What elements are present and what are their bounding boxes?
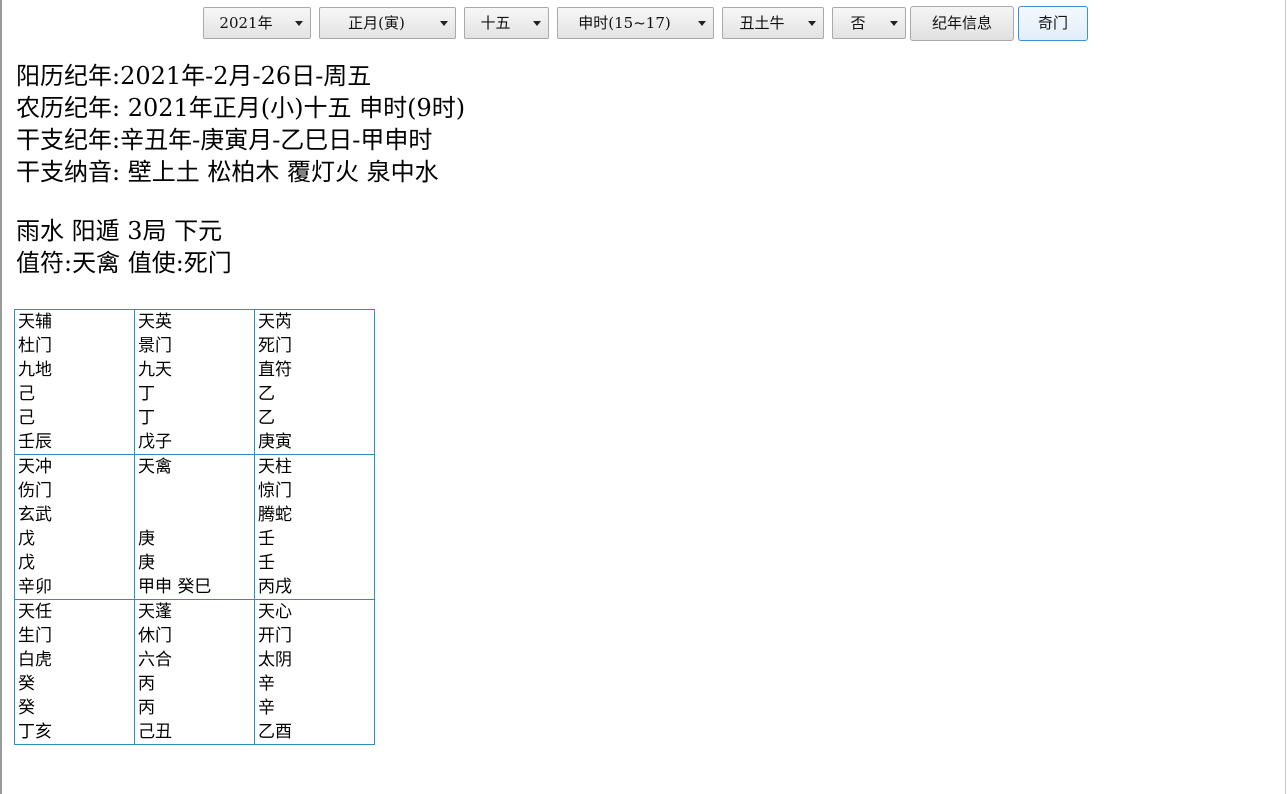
cell-door: 伤门 <box>18 481 52 501</box>
cell-god: 六合 <box>138 650 172 670</box>
cell-god: 直符 <box>258 360 292 380</box>
leap-month-select-value: 否 <box>850 14 866 32</box>
jieqi-line: 雨水 阳遁 3局 下元 <box>16 217 223 245</box>
cell-earth-stem: 辛 <box>258 698 275 718</box>
cell-heaven-stem: 己 <box>18 384 35 404</box>
cell-ganzhi: 丁亥 <box>18 722 52 742</box>
cell-earth-stem: 壬 <box>258 553 275 573</box>
cell-ganzhi: 壬辰 <box>18 432 52 452</box>
cell-earth-stem: 庚 <box>138 553 155 573</box>
month-select[interactable]: 正月(寅) <box>319 7 456 39</box>
cell-god: 玄武 <box>18 505 52 525</box>
palace-cell: 天辅 杜门 九地 己 己 壬辰 <box>14 309 135 455</box>
palace-cell: 天英 景门 九天 丁 丁 戊子 <box>134 309 255 455</box>
dropdown-arrow-icon <box>698 21 706 26</box>
cell-heaven-stem: 辛 <box>258 674 275 694</box>
qimen-button[interactable]: 奇门 <box>1018 6 1088 41</box>
cell-ganzhi: 辛卯 <box>18 577 52 597</box>
cell-heaven-stem: 丁 <box>138 384 155 404</box>
cell-heaven-stem: 丙 <box>138 674 155 694</box>
cell-door: 休门 <box>138 626 172 646</box>
palace-cell: 天柱 惊门 腾蛇 壬 壬 丙戌 <box>254 454 375 600</box>
palace-cell: 天禽 庚 庚 甲申 癸巳 <box>134 454 255 600</box>
month-select-value: 正月(寅) <box>348 14 405 32</box>
cell-door: 惊门 <box>258 481 292 501</box>
nayin-line: 干支纳音: 壁上土 松柏木 覆灯火 泉中水 <box>16 158 439 186</box>
cell-god: 九地 <box>18 360 52 380</box>
grid-row: 天冲 伤门 玄武 戊 戊 辛卯 天禽 庚 庚 甲申 癸巳 天柱 惊门 腾蛇 壬 … <box>14 454 375 600</box>
cell-earth-stem: 丁 <box>138 408 155 428</box>
cell-heaven-stem: 壬 <box>258 529 275 549</box>
cell-door: 生门 <box>18 626 52 646</box>
dropdown-arrow-icon <box>890 21 898 26</box>
hour-select[interactable]: 申时(15~17) <box>557 7 714 39</box>
cell-star: 天辅 <box>18 312 52 332</box>
qimen-grid: 天辅 杜门 九地 己 己 壬辰 天英 景门 九天 丁 丁 戊子 天芮 死门 直符… <box>14 309 375 745</box>
palace-cell: 天任 生门 白虎 癸 癸 丁亥 <box>14 599 135 745</box>
cell-heaven-stem: 癸 <box>18 674 35 694</box>
cell-door: 死门 <box>258 336 292 356</box>
grid-row: 天任 生门 白虎 癸 癸 丁亥 天蓬 休门 六合 丙 丙 己丑 天心 开门 太阴… <box>14 599 375 745</box>
dropdown-arrow-icon <box>295 21 303 26</box>
cell-god: 太阴 <box>258 650 292 670</box>
zodiac-select[interactable]: 丑土牛 <box>722 7 824 39</box>
zodiac-select-value: 丑土牛 <box>739 14 785 32</box>
cell-door: 开门 <box>258 626 292 646</box>
cell-star: 天心 <box>258 602 292 622</box>
cell-earth-stem: 癸 <box>18 698 35 718</box>
leap-month-select[interactable]: 否 <box>832 7 906 39</box>
cell-heaven-stem: 戊 <box>18 529 35 549</box>
cell-god <box>135 503 254 527</box>
year-select-value: 2021年 <box>219 14 273 32</box>
palace-cell: 天心 开门 太阴 辛 辛 乙酉 <box>254 599 375 745</box>
day-select[interactable]: 十五 <box>464 7 549 39</box>
cell-door: 景门 <box>138 336 172 356</box>
cell-door: 杜门 <box>18 336 52 356</box>
cell-star: 天芮 <box>258 312 292 332</box>
ganzhi-line: 干支纪年:辛丑年-庚寅月-乙巳日-甲申时 <box>16 126 433 154</box>
palace-cell: 天冲 伤门 玄武 戊 戊 辛卯 <box>14 454 135 600</box>
dropdown-arrow-icon <box>533 21 541 26</box>
cell-star: 天蓬 <box>138 602 172 622</box>
cell-god: 白虎 <box>18 650 52 670</box>
cell-earth-stem: 丙 <box>138 698 155 718</box>
dropdown-arrow-icon <box>440 21 448 26</box>
cell-star: 天英 <box>138 312 172 332</box>
cell-earth-stem: 己 <box>18 408 35 428</box>
cell-god: 腾蛇 <box>258 505 292 525</box>
palace-cell: 天芮 死门 直符 乙 乙 庚寅 <box>254 309 375 455</box>
cell-door <box>135 479 254 503</box>
cell-heaven-stem: 庚 <box>138 529 155 549</box>
day-select-value: 十五 <box>480 14 511 32</box>
cell-heaven-stem: 乙 <box>258 384 275 404</box>
dropdown-arrow-icon <box>808 21 816 26</box>
cell-earth-stem: 戊 <box>18 553 35 573</box>
cell-ganzhi: 丙戌 <box>258 577 292 597</box>
palace-cell: 天蓬 休门 六合 丙 丙 己丑 <box>134 599 255 745</box>
cell-star: 天冲 <box>18 457 52 477</box>
cell-ganzhi: 戊子 <box>138 432 172 452</box>
cell-ganzhi: 甲申 癸巳 <box>138 577 212 597</box>
cell-star: 天任 <box>18 602 52 622</box>
cell-god: 九天 <box>138 360 172 380</box>
cell-ganzhi: 乙酉 <box>258 722 292 742</box>
cell-star: 天柱 <box>258 457 292 477</box>
zhifu-zhishi-line: 值符:天禽 值使:死门 <box>16 249 232 277</box>
lunar-date-line: 农历纪年: 2021年正月(小)十五 申时(9时) <box>16 94 466 122</box>
hour-select-value: 申时(15~17) <box>578 14 671 32</box>
cell-star: 天禽 <box>138 457 172 477</box>
year-info-button[interactable]: 纪年信息 <box>910 6 1014 41</box>
cell-earth-stem: 乙 <box>258 408 275 428</box>
cell-ganzhi: 庚寅 <box>258 432 292 452</box>
year-select[interactable]: 2021年 <box>203 7 311 39</box>
solar-date-line: 阳历纪年:2021年-2月-26日-周五 <box>16 62 372 90</box>
calendar-info: 阳历纪年:2021年-2月-26日-周五 农历纪年: 2021年正月(小)十五 … <box>16 60 465 279</box>
cell-ganzhi: 己丑 <box>138 722 172 742</box>
grid-row: 天辅 杜门 九地 己 己 壬辰 天英 景门 九天 丁 丁 戊子 天芮 死门 直符… <box>14 309 375 455</box>
